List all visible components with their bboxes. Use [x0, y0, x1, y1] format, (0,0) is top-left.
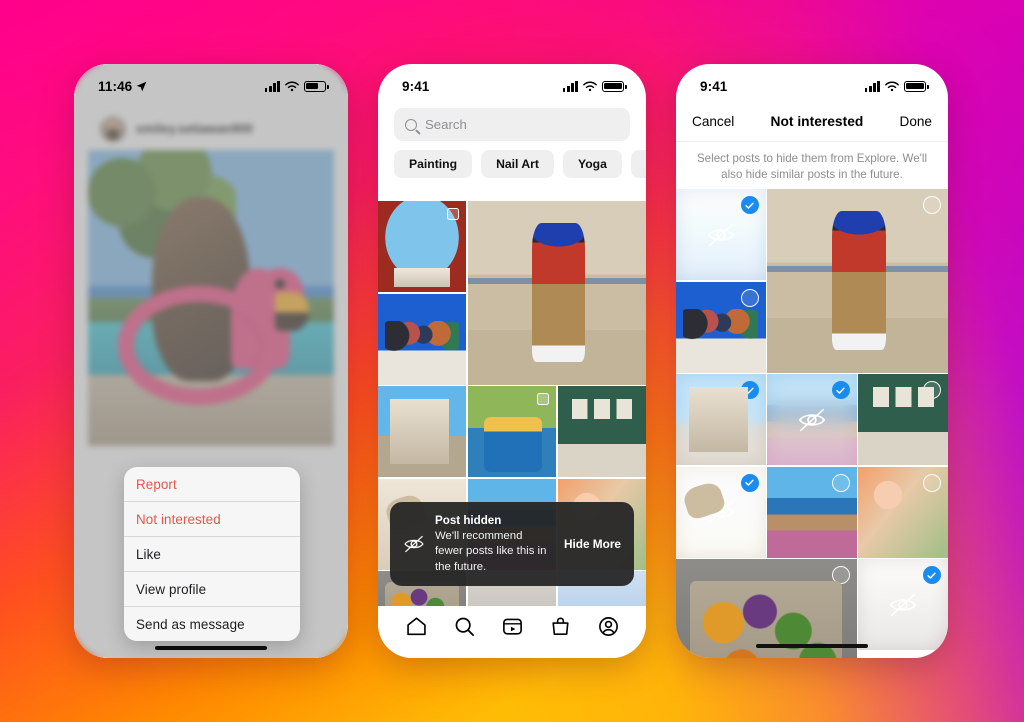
chip-nail-art[interactable]: Nail Art — [481, 150, 554, 178]
selected-checkbox[interactable] — [922, 566, 941, 584]
bottom-tab-bar[interactable] — [378, 606, 646, 658]
phone-mockup-not-interested: 9:41 Cancel Not interested Done Select p… — [676, 64, 948, 658]
check-icon — [745, 202, 754, 209]
unselected-checkbox[interactable] — [831, 473, 850, 492]
location-arrow-icon — [136, 81, 147, 91]
multi-photo-icon — [534, 390, 550, 405]
context-menu: Report Not interested Like View profile … — [124, 467, 300, 641]
selection-tile[interactable] — [676, 466, 766, 558]
instruction-text: Select posts to hide them from Explore. … — [676, 142, 948, 194]
explore-tile[interactable] — [378, 386, 467, 477]
modal-nav-bar: Cancel Not interested Done — [676, 102, 948, 142]
done-button[interactable]: Done — [900, 114, 933, 129]
check-icon — [927, 572, 937, 579]
status-bar: 9:41 — [378, 64, 646, 102]
selected-checkbox[interactable] — [740, 196, 759, 214]
selected-checkbox[interactable] — [740, 473, 759, 492]
selection-tile[interactable] — [858, 374, 948, 465]
menu-item-view-profile[interactable]: View profile — [124, 572, 300, 607]
cellular-signal-icon — [562, 80, 578, 92]
cancel-button[interactable]: Cancel — [692, 114, 734, 129]
cellular-signal-icon — [864, 80, 880, 92]
chip-painting[interactable]: Painting — [394, 150, 473, 178]
explore-tile[interactable] — [557, 386, 646, 477]
selection-tile[interactable] — [676, 374, 766, 465]
selected-checkbox[interactable] — [831, 381, 850, 399]
status-bar: 11:46 — [74, 64, 348, 102]
page-title: Not interested — [770, 114, 864, 129]
selection-tile[interactable] — [676, 189, 766, 280]
search-bar[interactable]: Search — [394, 108, 630, 141]
battery-icon — [304, 80, 329, 92]
status-time: 9:41 — [402, 78, 430, 94]
selection-tile[interactable] — [767, 189, 948, 373]
wifi-icon — [285, 81, 299, 91]
selection-tile[interactable] — [767, 466, 857, 558]
explore-tile[interactable] — [378, 293, 467, 385]
selection-tile[interactable] — [858, 466, 948, 558]
menu-item-send-as-message[interactable]: Send as message — [124, 607, 300, 641]
unselected-checkbox[interactable] — [922, 196, 941, 214]
unselected-checkbox[interactable] — [922, 473, 941, 492]
selection-tile[interactable] — [676, 281, 766, 373]
cellular-signal-icon — [264, 80, 280, 92]
selection-tile[interactable] — [767, 374, 857, 465]
battery-icon — [904, 80, 929, 92]
multi-photo-icon — [444, 205, 460, 220]
reels-icon[interactable] — [501, 615, 524, 638]
wifi-icon — [885, 81, 899, 91]
menu-item-like[interactable]: Like — [124, 537, 300, 572]
shop-icon[interactable] — [549, 615, 572, 638]
search-icon[interactable] — [453, 615, 476, 638]
check-icon — [836, 387, 845, 394]
status-time: 9:41 — [700, 78, 728, 94]
explore-tile[interactable] — [467, 386, 557, 477]
toast-title: Post hidden — [435, 514, 502, 528]
check-icon — [745, 479, 754, 486]
search-icon — [405, 118, 417, 131]
home-indicator — [756, 643, 868, 648]
check-icon — [745, 387, 754, 394]
status-time: 11:46 — [98, 78, 133, 94]
toast-body: We'll recommend fewer posts like this in… — [435, 529, 547, 573]
home-indicator — [155, 645, 267, 650]
unselected-checkbox[interactable] — [740, 288, 759, 307]
search-input[interactable]: Search — [425, 117, 467, 132]
eye-slash-icon — [889, 593, 917, 616]
unselected-checkbox[interactable] — [922, 381, 941, 399]
eye-slash-icon — [798, 408, 826, 431]
profile-icon[interactable] — [597, 615, 620, 638]
menu-item-report[interactable]: Report — [124, 467, 300, 502]
phone-mockup-context-menu: 11:46 smiley.setiawan90 — [74, 64, 348, 658]
eye-slash-icon — [707, 500, 734, 524]
chip-basketball[interactable]: Bas — [630, 150, 646, 178]
eye-slash-icon — [707, 408, 734, 431]
eye-slash-icon — [707, 223, 734, 246]
unselected-checkbox[interactable] — [831, 566, 850, 584]
selection-grid[interactable] — [676, 189, 948, 658]
explore-tile[interactable] — [467, 201, 646, 385]
phone-mockup-explore: 9:41 Search Painting Nail Art Yoga Bas — [378, 64, 646, 658]
eye-slash-icon — [404, 535, 424, 553]
hide-more-button[interactable]: Hide More — [560, 537, 621, 551]
status-bar: 9:41 — [676, 64, 948, 102]
wifi-icon — [583, 81, 597, 91]
explore-tile[interactable] — [378, 201, 467, 292]
selection-tile[interactable] — [858, 559, 948, 650]
menu-item-not-interested[interactable]: Not interested — [124, 502, 300, 537]
home-icon[interactable] — [405, 615, 428, 638]
chip-yoga[interactable]: Yoga — [562, 150, 622, 178]
toast-post-hidden: Post hidden We'll recommend fewer posts … — [390, 502, 634, 586]
selected-checkbox[interactable] — [740, 381, 759, 399]
battery-icon — [602, 80, 627, 92]
category-chip-row[interactable]: Painting Nail Art Yoga Bas — [378, 141, 646, 185]
